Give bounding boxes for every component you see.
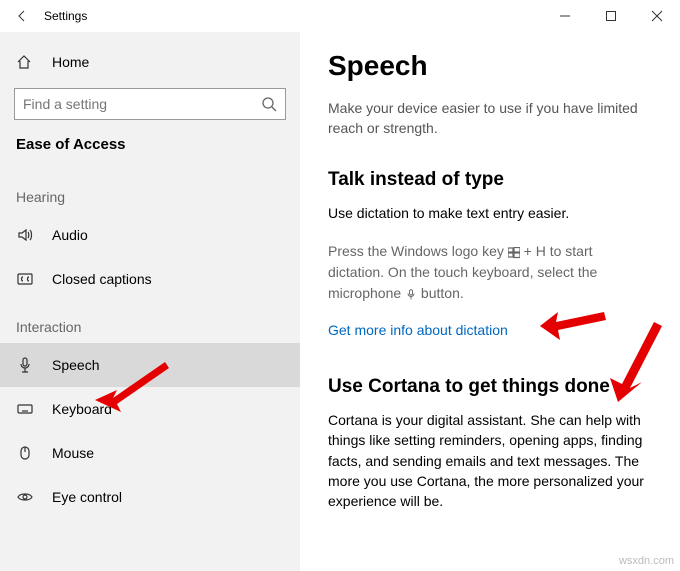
sidebar-item-closed-captions[interactable]: Closed captions <box>0 257 300 301</box>
search-field[interactable] <box>23 96 261 112</box>
sidebar-item-mouse[interactable]: Mouse <box>0 431 300 475</box>
search-input[interactable] <box>14 88 286 120</box>
sidebar-item-label: Speech <box>52 357 99 373</box>
mouse-icon <box>16 445 34 461</box>
eye-icon <box>16 489 34 505</box>
sidebar-item-eye-control[interactable]: Eye control <box>0 475 300 519</box>
speaker-icon <box>16 227 34 243</box>
sidebar-item-label: Closed captions <box>52 271 152 287</box>
sidebar-item-audio[interactable]: Audio <box>0 213 300 257</box>
microphone-icon <box>16 357 34 373</box>
search-icon <box>261 96 277 112</box>
section-talk-line1: Use dictation to make text entry easier. <box>328 203 648 223</box>
maximize-button[interactable] <box>588 0 634 32</box>
main-content: Speech Make your device easier to use if… <box>300 32 680 571</box>
sidebar-item-speech[interactable]: Speech <box>0 343 300 387</box>
home-icon <box>16 54 34 70</box>
minimize-button[interactable] <box>542 0 588 32</box>
section-cortana-body: Cortana is your digital assistant. She c… <box>328 410 648 511</box>
sidebar-home[interactable]: Home <box>0 42 300 82</box>
sidebar-item-label: Eye control <box>52 489 122 505</box>
section-talk-line2: Press the Windows logo key + H to start … <box>328 241 648 304</box>
sidebar-home-label: Home <box>52 54 89 70</box>
page-subtitle: Make your device easier to use if you ha… <box>328 98 638 139</box>
keyboard-icon <box>16 401 34 417</box>
sidebar-item-keyboard[interactable]: Keyboard <box>0 387 300 431</box>
watermark: wsxdn.com <box>619 555 674 567</box>
section-talk-heading: Talk instead of type <box>328 169 656 191</box>
cc-icon <box>16 271 34 287</box>
window-title: Settings <box>44 9 542 23</box>
group-hearing: Hearing <box>0 171 300 213</box>
page-title: Speech <box>328 50 656 82</box>
sidebar: Home Ease of Access Hearing Audio Closed… <box>0 32 300 571</box>
back-button[interactable] <box>0 10 44 22</box>
windows-logo-icon <box>508 242 520 262</box>
sidebar-item-label: Keyboard <box>52 401 112 417</box>
group-interaction: Interaction <box>0 301 300 343</box>
microphone-icon <box>405 284 417 304</box>
sidebar-item-label: Audio <box>52 227 88 243</box>
dictation-info-link[interactable]: Get more info about dictation <box>328 322 656 338</box>
section-cortana-heading: Use Cortana to get things done <box>328 376 656 398</box>
sidebar-category: Ease of Access <box>0 130 300 171</box>
sidebar-item-label: Mouse <box>52 445 94 461</box>
close-button[interactable] <box>634 0 680 32</box>
